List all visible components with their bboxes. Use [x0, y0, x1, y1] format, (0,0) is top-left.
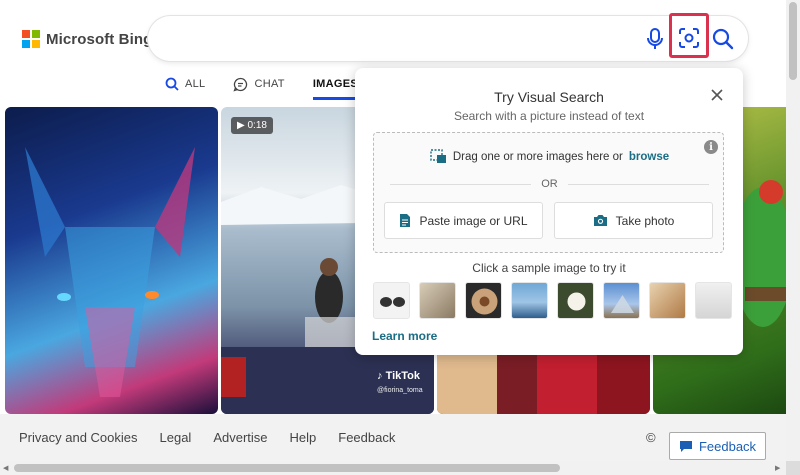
food-thumbnail: [471, 288, 498, 315]
sample-image-opera-house[interactable]: [511, 282, 548, 319]
logo-square-red: [22, 30, 30, 38]
tab-all[interactable]: ALL: [165, 74, 205, 94]
copyright: ©: [646, 430, 656, 445]
microsoft-logo-icon: [22, 30, 40, 48]
scroll-left-icon[interactable]: ◀: [3, 464, 8, 472]
paste-image-button[interactable]: Paste image or URL: [384, 202, 543, 239]
microphone-icon[interactable]: [645, 27, 665, 51]
pyramid-thumbnail: [611, 295, 634, 313]
footer-links: Privacy and Cookies Legal Advertise Help…: [19, 430, 395, 445]
drag-prompt: Drag one or more images here or browse: [374, 149, 725, 164]
take-photo-button[interactable]: Take photo: [554, 202, 713, 239]
visual-search-icon[interactable]: [678, 27, 700, 49]
tiktok-badge: ♪ TikTok: [377, 370, 420, 382]
sample-image-sunglasses[interactable]: [373, 282, 410, 319]
or-divider: OR: [390, 177, 709, 191]
tiktok-label: TikTok: [385, 370, 420, 382]
feedback-icon: [679, 440, 692, 452]
wolf-eye-right: [145, 291, 159, 299]
bing-logo[interactable]: Microsoft Bing: [22, 30, 152, 48]
logo-square-yellow: [32, 40, 40, 48]
footer-link-privacy[interactable]: Privacy and Cookies: [19, 430, 138, 445]
sample-images: [373, 282, 732, 319]
scroll-right-icon[interactable]: ▶: [775, 464, 780, 472]
take-photo-label: Take photo: [615, 213, 675, 228]
sample-images-label: Click a sample image to try it: [472, 261, 626, 275]
wolf-eye-left: [57, 293, 71, 301]
popup-title: Try Visual Search: [494, 89, 604, 105]
footer-link-advertise[interactable]: Advertise: [213, 430, 267, 445]
drag-text: Drag one or more images here or: [452, 150, 623, 163]
tab-chat-label: CHAT: [254, 78, 285, 90]
feedback-button-label: Feedback: [698, 438, 757, 454]
camera-icon: [593, 215, 607, 226]
search-input[interactable]: [166, 28, 636, 50]
image-result-wolf[interactable]: [5, 107, 218, 414]
logo-square-green: [32, 30, 40, 38]
play-icon: ▶: [237, 120, 245, 131]
logo-square-blue: [22, 40, 30, 48]
sunglasses-thumbnail: [380, 297, 405, 307]
sample-image-interior[interactable]: [419, 282, 456, 319]
sample-image-chairs[interactable]: [695, 282, 732, 319]
scrollbar-corner: [786, 461, 800, 475]
video-duration: 0:18: [247, 120, 267, 131]
tiktok-username: @fiorina_toma: [377, 387, 423, 394]
search-tabs: ALL CHAT IMAGES: [165, 74, 359, 100]
divider-line-right: [567, 183, 709, 185]
footer-link-legal[interactable]: Legal: [160, 430, 192, 445]
paste-image-label: Paste image or URL: [419, 213, 528, 228]
sample-image-dogs[interactable]: [649, 282, 686, 319]
tab-all-label: ALL: [185, 78, 206, 90]
feedback-button[interactable]: Feedback: [669, 432, 766, 460]
horizontal-scrollbar[interactable]: ◀ ▶: [0, 461, 786, 475]
vertical-scrollbar[interactable]: [786, 0, 800, 461]
flower-thumbnail: [567, 292, 586, 311]
horizontal-scroll-thumb[interactable]: [14, 464, 560, 472]
brand-name: Microsoft Bing: [46, 30, 153, 48]
tiktok-icon: ♪: [377, 370, 383, 382]
document-icon: [400, 214, 411, 227]
learn-more-link[interactable]: Learn more: [372, 329, 437, 343]
sample-image-flower[interactable]: [557, 282, 594, 319]
wolf-illustration: [25, 147, 195, 397]
tab-images-label: IMAGES: [312, 78, 359, 90]
sample-image-food[interactable]: [465, 282, 502, 319]
search-icon: [165, 77, 179, 91]
or-label: OR: [541, 178, 558, 190]
chat-icon: [233, 77, 248, 92]
image-drop-zone[interactable]: i Drag one or more images here or browse…: [373, 132, 724, 253]
search-icon[interactable]: [711, 27, 735, 51]
video-duration-badge: ▶ 0:18: [231, 117, 273, 134]
sample-image-louvre[interactable]: [603, 282, 640, 319]
drag-image-icon: [430, 149, 446, 163]
footer-link-help[interactable]: Help: [290, 430, 317, 445]
popup-subtitle: Search with a picture instead of text: [453, 109, 645, 123]
tab-chat[interactable]: CHAT: [233, 74, 285, 94]
visual-search-popup: Try Visual Search Search with a picture …: [355, 68, 743, 355]
tab-images[interactable]: IMAGES: [312, 74, 359, 100]
browse-link[interactable]: browse: [629, 151, 669, 163]
footer-link-feedback[interactable]: Feedback: [338, 430, 395, 445]
close-icon[interactable]: [709, 87, 725, 103]
divider-line-left: [390, 183, 532, 185]
vertical-scroll-thumb[interactable]: [789, 2, 797, 80]
